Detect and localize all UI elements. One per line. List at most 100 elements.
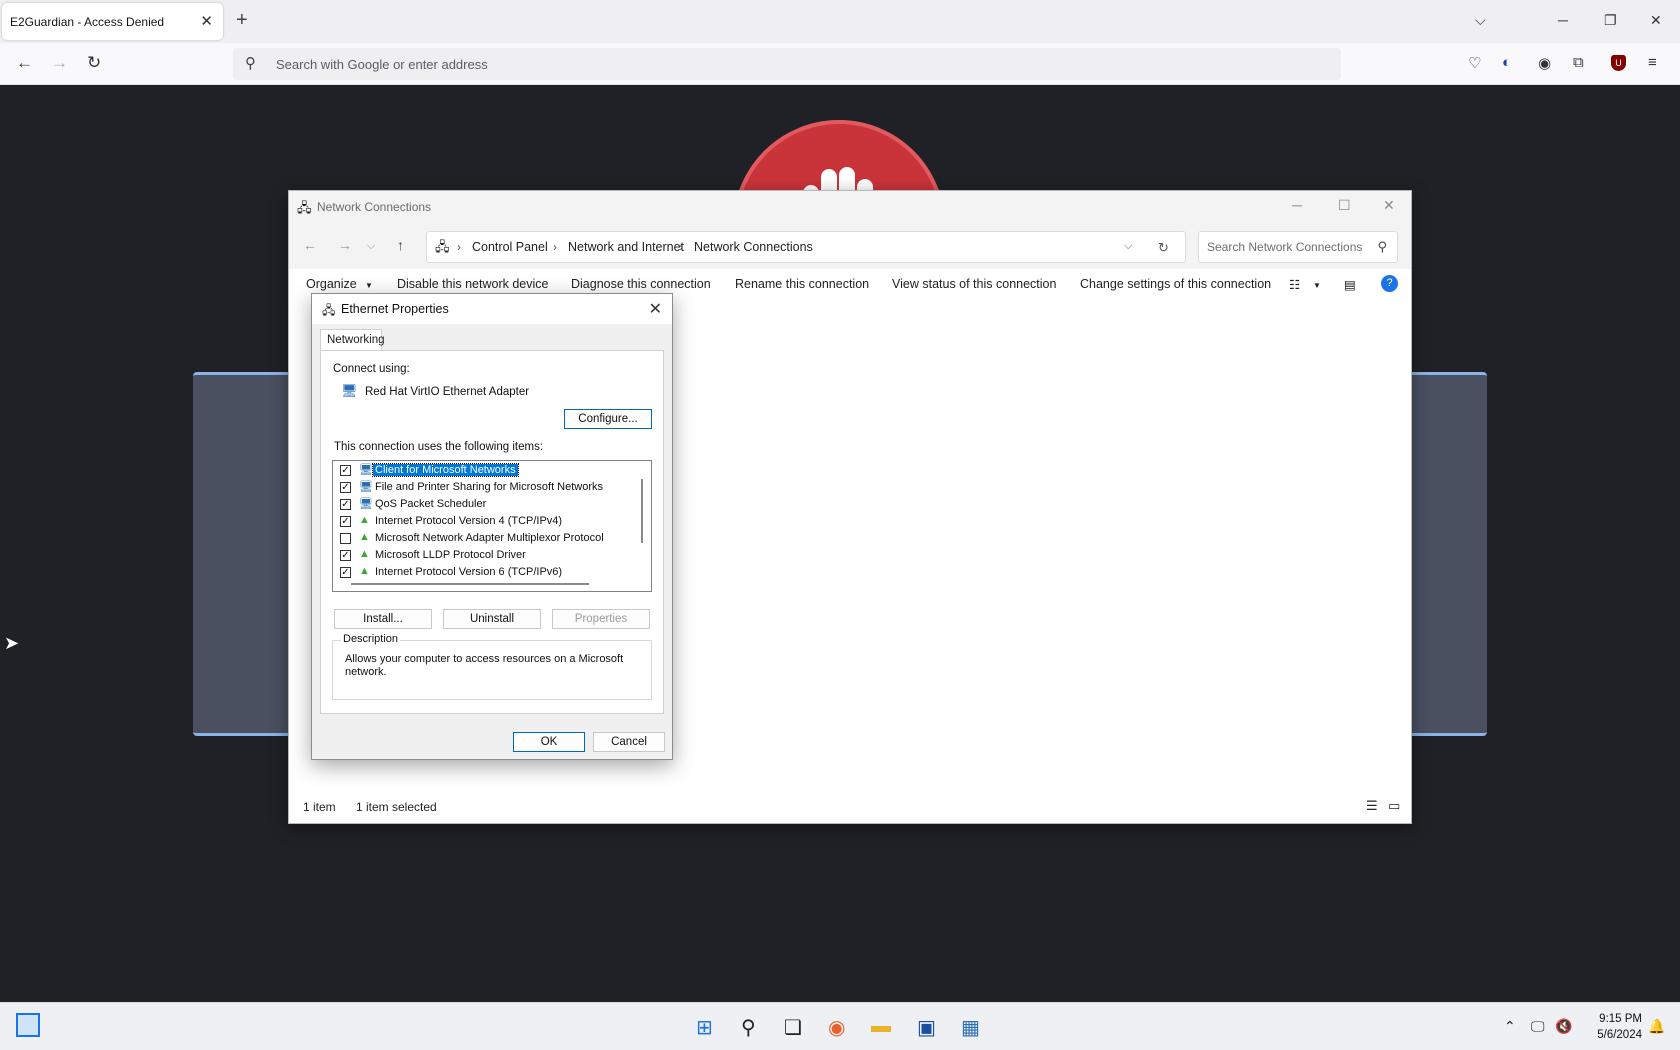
help-icon[interactable]: ? bbox=[1381, 275, 1398, 292]
account-icon[interactable]: ◉ bbox=[1538, 54, 1551, 72]
explorer-maximize-icon[interactable]: ☐ bbox=[1338, 197, 1351, 214]
minimize-icon[interactable]: ─ bbox=[1558, 12, 1568, 28]
change-settings-button[interactable]: Change settings of this connection bbox=[1080, 277, 1271, 291]
item-label: QoS Packet Scheduler bbox=[375, 498, 487, 510]
firefox-icon[interactable]: ◉ bbox=[828, 1015, 845, 1040]
checkbox[interactable] bbox=[340, 533, 351, 544]
notifications-icon[interactable]: 🔔 bbox=[1648, 1018, 1665, 1035]
network-tray-icon[interactable]: 🖵 bbox=[1531, 1018, 1545, 1035]
ublock-icon[interactable]: U bbox=[1611, 55, 1626, 71]
large-icons-view-icon[interactable]: ▭ bbox=[1388, 798, 1400, 814]
browser-tab-bar: E2Guardian - Access Denied ✕ + ⌵ ─ ❐ ✕ bbox=[0, 0, 1680, 43]
diagnose-button[interactable]: Diagnose this connection bbox=[571, 277, 711, 291]
details-view-icon[interactable]: ☰ bbox=[1366, 798, 1378, 814]
items-list[interactable]: ✓ 🖥 Client for Microsoft Networks ✓ 🖥 Fi… bbox=[332, 460, 652, 592]
adapter-icon: 🖥 bbox=[341, 383, 358, 398]
install-button[interactable]: Install... bbox=[334, 609, 432, 629]
forward-icon[interactable]: → bbox=[51, 53, 68, 73]
menu-icon[interactable]: ≡ bbox=[1648, 54, 1657, 71]
explorer-minimize-icon[interactable]: ─ bbox=[1292, 197, 1302, 213]
organize-button[interactable]: Organize bbox=[306, 277, 357, 291]
checkbox[interactable]: ✓ bbox=[340, 482, 351, 493]
dark-reader-icon[interactable]: ◐ bbox=[1502, 54, 1511, 71]
vertical-scrollbar[interactable] bbox=[641, 479, 643, 543]
checkbox[interactable]: ✓ bbox=[340, 465, 351, 476]
horizontal-scrollbar[interactable] bbox=[351, 583, 589, 585]
item-label: File and Printer Sharing for Microsoft N… bbox=[375, 481, 604, 493]
ok-button[interactable]: OK bbox=[513, 732, 585, 752]
list-item[interactable]: ✓ ▲ Microsoft LLDP Protocol Driver bbox=[337, 548, 627, 564]
items-label: This connection uses the following items… bbox=[334, 441, 544, 453]
view-status-button[interactable]: View status of this connection bbox=[892, 277, 1056, 291]
refresh-icon[interactable]: ↻ bbox=[1158, 240, 1169, 256]
clock[interactable]: 9:15 PM 5/6/2024 bbox=[1582, 1011, 1642, 1043]
explorer-title-bar: 🖧 Network Connections ─ ☐ ✕ bbox=[289, 191, 1411, 223]
recent-locations-icon[interactable]: ⌵ bbox=[367, 240, 375, 253]
url-bar[interactable]: ⚲ Search with Google or enter address bbox=[233, 48, 1341, 80]
cancel-button[interactable]: Cancel bbox=[593, 732, 665, 752]
explorer-address-row: ← → ⌵ ↑ 🖧 › Control Panel › Network and … bbox=[289, 223, 1411, 269]
list-item[interactable]: ✓ 🖥 Client for Microsoft Networks bbox=[337, 463, 627, 479]
explorer-close-icon[interactable]: ✕ bbox=[1383, 197, 1395, 214]
disable-device-button[interactable]: Disable this network device bbox=[397, 277, 548, 291]
breadcrumb-network-internet[interactable]: Network and Internet bbox=[568, 240, 684, 254]
item-label: Internet Protocol Version 4 (TCP/IPv4) bbox=[375, 515, 563, 527]
task-view-icon[interactable]: ❏ bbox=[784, 1015, 802, 1040]
reload-icon[interactable]: ↻ bbox=[87, 53, 101, 73]
view-options-icon[interactable]: ☷ bbox=[1289, 277, 1300, 292]
list-item[interactable]: ✓ ▲ Internet Protocol Version 4 (TCP/IPv… bbox=[337, 514, 627, 530]
explorer-back-icon[interactable]: ← bbox=[303, 237, 317, 253]
dialog-title-bar: 🖧 Ethernet Properties ✕ bbox=[312, 294, 672, 324]
control-panel-taskbar-icon[interactable]: ▦ bbox=[961, 1015, 980, 1040]
ethernet-properties-dialog: 🖧 Ethernet Properties ✕ Networking Conne… bbox=[311, 293, 673, 760]
start-icon[interactable]: ⊞ bbox=[696, 1015, 713, 1040]
organize-dropdown-icon[interactable]: ▼ bbox=[365, 281, 373, 290]
list-all-tabs-icon[interactable]: ⌵ bbox=[1475, 12, 1486, 29]
search-placeholder: Search Network Connections bbox=[1207, 240, 1363, 254]
tray-overflow-icon[interactable]: ⌃ bbox=[1504, 1018, 1516, 1035]
protocol-icon: ▲ bbox=[359, 548, 370, 560]
explorer-forward-icon[interactable]: → bbox=[338, 237, 352, 253]
restore-icon[interactable]: ❐ bbox=[1604, 12, 1617, 29]
tab-title: E2Guardian - Access Denied bbox=[10, 15, 165, 29]
description-text: Allows your computer to access resources… bbox=[345, 653, 624, 678]
preview-pane-icon[interactable]: ▤ bbox=[1344, 277, 1356, 292]
url-placeholder: Search with Google or enter address bbox=[276, 57, 488, 72]
pocket-icon[interactable]: ♡ bbox=[1468, 54, 1481, 72]
breadcrumb-network-connections[interactable]: Network Connections bbox=[694, 240, 813, 254]
close-window-icon[interactable]: ✕ bbox=[1650, 12, 1662, 29]
volume-tray-icon[interactable]: 🔇 bbox=[1555, 1018, 1572, 1035]
extensions-icon[interactable]: ⧉ bbox=[1573, 54, 1584, 71]
search-taskbar-icon[interactable]: ⚲ bbox=[741, 1015, 756, 1040]
view-dropdown-icon[interactable]: ▼ bbox=[1313, 281, 1321, 290]
list-item[interactable]: ▲ Microsoft Network Adapter Multiplexor … bbox=[337, 531, 627, 547]
breadcrumb-control-panel[interactable]: Control Panel bbox=[472, 240, 548, 254]
adapter-name: Red Hat VirtIO Ethernet Adapter bbox=[365, 386, 530, 398]
checkbox[interactable]: ✓ bbox=[340, 499, 351, 510]
tab-close-icon[interactable]: ✕ bbox=[200, 12, 213, 30]
rename-button[interactable]: Rename this connection bbox=[735, 277, 869, 291]
uninstall-button[interactable]: Uninstall bbox=[443, 609, 541, 629]
new-tab-icon[interactable]: + bbox=[236, 10, 248, 30]
address-dropdown-icon[interactable]: ⌵ bbox=[1124, 240, 1132, 253]
browser-nav-bar: ← → ↻ ⚲ Search with Google or enter addr… bbox=[0, 43, 1680, 85]
checkbox[interactable]: ✓ bbox=[340, 550, 351, 561]
store-icon[interactable]: ▣ bbox=[917, 1015, 936, 1040]
up-icon[interactable]: ↑ bbox=[397, 237, 404, 253]
explorer-search-box[interactable]: Search Network Connections ⚲ bbox=[1198, 231, 1398, 263]
file-explorer-icon[interactable]: ▬ bbox=[871, 1015, 891, 1038]
tab-networking[interactable]: Networking bbox=[320, 329, 385, 351]
properties-button[interactable]: Properties bbox=[552, 609, 650, 629]
configure-button[interactable]: Configure... bbox=[564, 409, 652, 429]
widgets-icon[interactable] bbox=[16, 1013, 40, 1037]
browser-tab[interactable]: E2Guardian - Access Denied ✕ bbox=[2, 3, 223, 40]
list-item[interactable]: ✓ 🖥 QoS Packet Scheduler bbox=[337, 497, 627, 513]
back-icon[interactable]: ← bbox=[16, 53, 33, 73]
taskbar: ⊞ ⚲ ❏ ◉ ▬ ▣ ▦ ⌃ 🖵 🔇 9:15 PM 5/6/2024 🔔 bbox=[0, 1002, 1680, 1050]
list-item[interactable]: ✓ ▲ Internet Protocol Version 6 (TCP/IPv… bbox=[337, 565, 627, 581]
checkbox[interactable]: ✓ bbox=[340, 567, 351, 578]
checkbox[interactable]: ✓ bbox=[340, 516, 351, 527]
list-item[interactable]: ✓ 🖥 File and Printer Sharing for Microso… bbox=[337, 480, 627, 496]
dialog-close-icon[interactable]: ✕ bbox=[649, 299, 662, 319]
address-bar[interactable]: 🖧 › Control Panel › Network and Internet… bbox=[426, 231, 1186, 263]
